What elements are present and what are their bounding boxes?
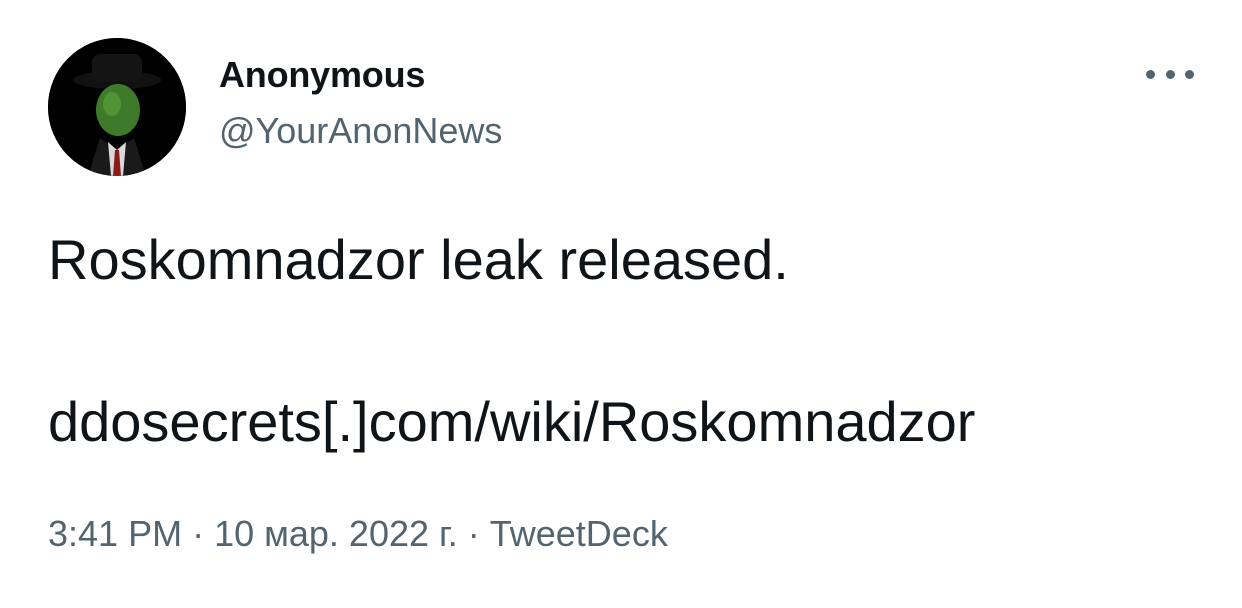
tweet-source[interactable]: TweetDeck: [490, 513, 668, 554]
masked-figure-icon: [48, 38, 186, 176]
dot: [1146, 69, 1155, 79]
tweet-time[interactable]: 3:41 PM: [48, 513, 182, 554]
dot: [1185, 69, 1194, 79]
avatar[interactable]: [48, 38, 186, 176]
separator: ·: [467, 513, 480, 554]
tweet-text-line: Roskomnadzor leak released.: [48, 228, 789, 291]
tweet-text-url: ddosecrets[.]com/wiki/Roskomnadzor: [48, 390, 976, 453]
more-options-icon[interactable]: [1146, 60, 1194, 88]
tweet-card: Anonymous @YourAnonNews Roskomnadzor lea…: [0, 0, 1242, 608]
dot: [1165, 69, 1175, 79]
author-display-name[interactable]: Anonymous: [219, 54, 425, 96]
tweet-meta: 3:41 PM · 10 мар. 2022 г. · TweetDeck: [48, 512, 668, 556]
author-handle[interactable]: @YourAnonNews: [219, 110, 502, 152]
separator: ·: [192, 513, 205, 554]
tweet-date[interactable]: 10 мар. 2022 г.: [214, 513, 458, 554]
